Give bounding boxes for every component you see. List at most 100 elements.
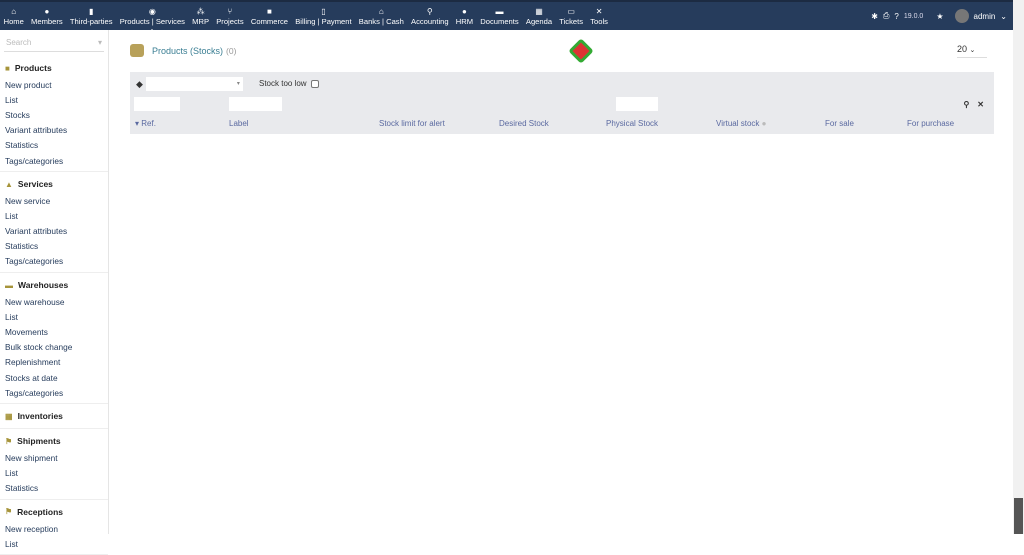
tools-icon: ✕ <box>595 6 603 16</box>
column-header[interactable]: For purchase <box>907 119 954 128</box>
bank-icon: ⌂ <box>378 6 384 16</box>
nav-label: Projects <box>216 16 244 26</box>
sidebar-item[interactable]: List <box>0 309 108 324</box>
page-limit-select[interactable]: 20 ⌄ <box>957 44 987 58</box>
nav-item-tools[interactable]: ✕ Tools <box>587 2 612 30</box>
sidebar-group: ⚑ Receptions New reception List <box>0 500 108 555</box>
nav-label: Members <box>31 16 63 26</box>
sidebar-group: ▦ Inventories <box>0 404 108 430</box>
label-filter-input[interactable] <box>229 97 282 111</box>
bookmark-star-icon[interactable]: ★ <box>936 12 943 21</box>
category-filter-select[interactable]: ▾ <box>145 77 243 91</box>
nav-item-billing-payment[interactable]: ▯ Billing | Payment <box>292 2 356 30</box>
sidebar-item[interactable]: Tags/categories <box>0 153 108 168</box>
column-label: Ref. <box>141 119 156 128</box>
sidebar-item[interactable]: List <box>0 208 108 223</box>
sidebar-item[interactable]: List <box>0 92 108 107</box>
sidebar-item[interactable]: Tags/categories <box>0 254 108 269</box>
sidebar-group-title[interactable]: ▬ Warehouses <box>0 278 108 294</box>
sidebar-item[interactable]: Variant attributes <box>0 123 108 138</box>
tag-icon: ◆ <box>136 78 143 89</box>
sidebar-item[interactable]: Statistics <box>0 239 108 254</box>
sidebar-group: ⚑ Shipments New shipment List Statistics <box>0 429 108 500</box>
sidebar-item[interactable]: New shipment <box>0 450 108 465</box>
top-right-tools: ✱ ⎙ ? 19.0.0 ★ admin ⌄ <box>871 2 1007 30</box>
sidebar-item[interactable]: Bulk stock change <box>0 340 108 355</box>
sidebar-group-title[interactable]: ⚑ Receptions <box>0 505 108 521</box>
sidebar-item[interactable]: New service <box>0 193 108 208</box>
column-header[interactable]: For sale <box>825 119 854 128</box>
sidebar-group-title[interactable]: ▦ Inventories <box>0 409 108 425</box>
sidebar-item[interactable]: Statistics <box>0 138 108 153</box>
page-title: Products (Stocks) (0) <box>130 44 236 57</box>
help-icon[interactable]: ? <box>894 12 898 21</box>
nav-item-banks-cash[interactable]: ⌂ Banks | Cash <box>355 2 407 30</box>
group-icon: ▬ <box>5 280 13 290</box>
search-icon[interactable]: ⚲ <box>963 100 969 109</box>
nav-label: MRP <box>192 16 210 26</box>
cubes-icon: ⁂ <box>196 6 205 16</box>
close-icon[interactable]: ✕ <box>977 100 984 109</box>
sidebar-item[interactable]: Replenishment <box>0 355 108 370</box>
sidebar-group-title[interactable]: ■ Products <box>0 61 108 77</box>
sidebar-item[interactable]: Stocks <box>0 107 108 122</box>
sidebar-item[interactable]: Movements <box>0 324 108 339</box>
column-header[interactable]: Virtual stock ● <box>716 119 767 128</box>
version-label: 19.0.0 <box>903 12 924 20</box>
list-table: ◆ ▾ Stock too low ⚲ ✕ ▾ Ref. Label Stock lim… <box>130 72 994 134</box>
sidebar-group-title[interactable]: ⚑ Shipments <box>0 434 108 450</box>
chevron-down-icon[interactable]: ⌄ <box>1000 12 1007 21</box>
physical-stock-filter-input[interactable] <box>616 97 658 111</box>
nav-label: Billing | Payment <box>295 16 352 26</box>
nav-label: Products | Services <box>119 16 185 26</box>
cube-icon: ◉ <box>148 6 156 16</box>
sidebar-item[interactable]: Tags/categories <box>0 385 108 400</box>
sitemap-icon: ⑂ <box>227 6 233 16</box>
nav-item-third-parties[interactable]: ▮ Third-parties <box>66 2 116 30</box>
nav-item-commerce[interactable]: ■ Commerce <box>247 2 291 30</box>
nav-label: Accounting <box>411 16 449 26</box>
nav-item-documents[interactable]: ▬ Documents <box>477 2 523 30</box>
sidebar-item[interactable]: Stocks at date <box>0 370 108 385</box>
sidebar-group-title[interactable]: ▲ Services <box>0 177 108 193</box>
column-header[interactable]: Label <box>229 119 249 128</box>
user-tie-icon: ● <box>462 6 467 16</box>
column-header[interactable]: Stock limit for alert <box>379 119 445 128</box>
bug-icon[interactable]: ✱ <box>871 12 878 21</box>
building-icon: ▮ <box>89 6 94 16</box>
sidebar-group: ▲ Services New service List Variant attribut… <box>0 172 108 274</box>
sidebar-search-select[interactable]: Search ▾ <box>4 38 104 52</box>
nav-item-accounting[interactable]: ⚲ Accounting <box>407 2 452 30</box>
nav-item-home[interactable]: ⌂ Home <box>0 2 27 30</box>
nav-item-agenda[interactable]: ▦ Agenda <box>522 2 555 30</box>
sidebar-item[interactable]: New product <box>0 77 108 92</box>
column-header[interactable]: Physical Stock <box>606 119 658 128</box>
sidebar-item[interactable]: Statistics <box>0 481 108 496</box>
print-icon[interactable]: ⎙ <box>883 11 889 21</box>
column-header[interactable]: ▾ Ref. <box>135 119 156 128</box>
ref-filter-input[interactable] <box>134 97 180 111</box>
group-title-text: Inventories <box>17 411 63 422</box>
sidebar-item[interactable]: List <box>0 466 108 481</box>
sidebar-item[interactable]: New warehouse <box>0 294 108 309</box>
user-menu[interactable]: admin <box>974 12 996 21</box>
scrollbar[interactable] <box>1013 0 1024 534</box>
stock-too-low-label: Stock too low <box>259 79 307 88</box>
stock-too-low-checkbox[interactable] <box>310 79 319 88</box>
nav-item-mrp[interactable]: ⁂ MRP <box>189 2 213 30</box>
title-text: Products (Stocks) <box>152 45 224 56</box>
sidebar-item[interactable]: Variant attributes <box>0 224 108 239</box>
sidebar-item[interactable]: List <box>0 536 108 551</box>
nav-item-hrm[interactable]: ● HRM <box>452 2 476 30</box>
nav-item-members[interactable]: ● Members <box>27 2 66 30</box>
nav-label: Home <box>3 16 24 26</box>
nav-item-products-services[interactable]: ◉ Products | Services <box>116 2 188 32</box>
nav-item-projects[interactable]: ⑂ Projects <box>213 2 248 30</box>
invoice-icon: ▯ <box>321 6 326 16</box>
search-placeholder: Search <box>6 38 32 47</box>
nav-item-tickets[interactable]: ▭ Tickets <box>556 2 587 30</box>
column-header[interactable]: Desired Stock <box>499 119 549 128</box>
group-title-text: Warehouses <box>18 280 69 291</box>
avatar[interactable] <box>954 9 969 23</box>
group-icon: ▦ <box>5 411 13 421</box>
